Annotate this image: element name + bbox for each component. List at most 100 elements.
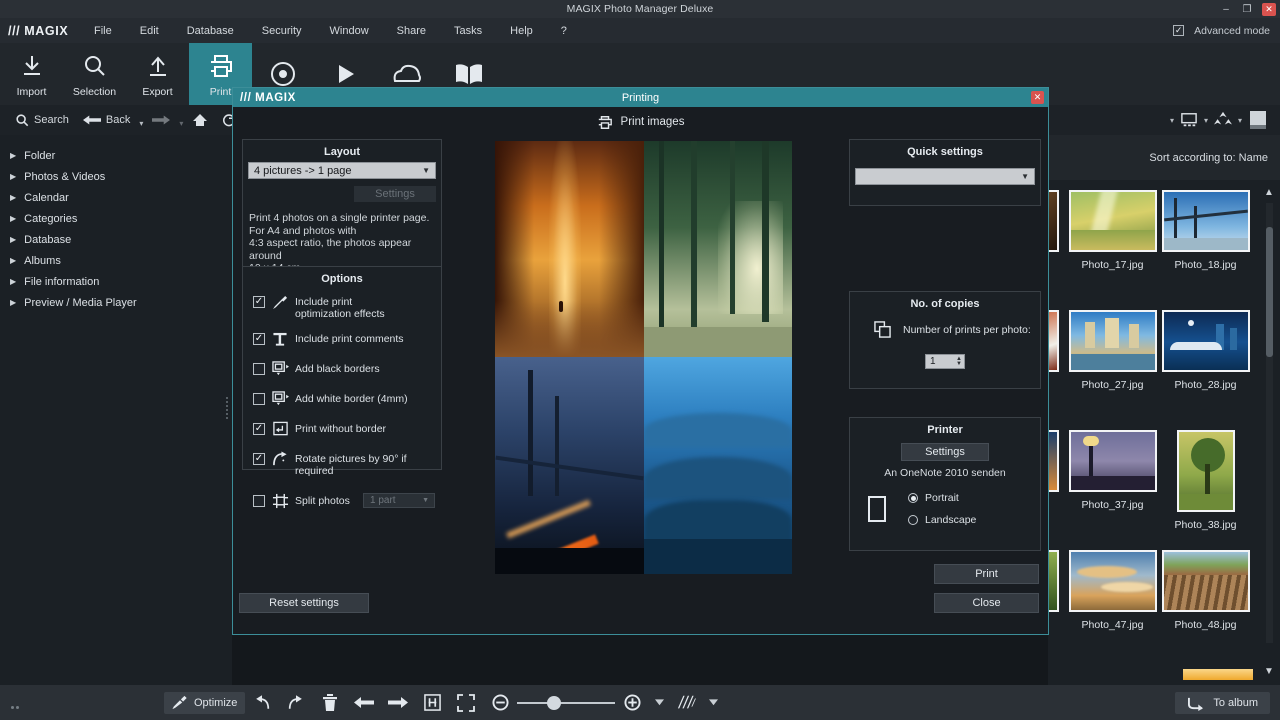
option-row-white-border[interactable]: Add white border (4mm) [243, 392, 441, 406]
restore-button[interactable]: ❐ [1241, 3, 1253, 15]
advanced-mode-toggle[interactable]: ✓ Advanced mode [1173, 25, 1270, 37]
quick-settings-select[interactable]: ▼ [855, 168, 1035, 185]
copies-stepper[interactable]: 1 ▲▼ [925, 354, 965, 369]
rating-icon[interactable] [1210, 105, 1236, 135]
advanced-mode-checkbox[interactable]: ✓ [1173, 25, 1184, 36]
checkbox-black-borders[interactable] [253, 363, 265, 375]
thumbnail-image[interactable] [1162, 190, 1250, 252]
sidebar-item-calendar[interactable]: ▶ Calendar [0, 187, 232, 208]
option-row-black-borders[interactable]: Add black borders [243, 362, 441, 376]
zoom-slider-knob[interactable] [547, 696, 561, 710]
thumbnail-image[interactable] [1162, 550, 1250, 612]
undo-button[interactable] [245, 685, 279, 720]
printer-settings-button[interactable]: Settings [901, 443, 989, 461]
delete-button[interactable] [313, 685, 347, 720]
menu-item-security[interactable]: Security [262, 22, 302, 40]
checkbox-print-optimization[interactable]: ✓ [253, 296, 265, 308]
chevron-down-icon[interactable]: ▾ [139, 119, 143, 128]
to-album-button[interactable]: To album [1175, 692, 1270, 714]
sidebar-item-folder[interactable]: ▶ Folder [0, 145, 232, 166]
menu-item-help[interactable]: Help [510, 22, 533, 40]
toolbar-item-selection[interactable]: Selection [63, 43, 126, 105]
option-row-rotate-pictures[interactable]: ✓ Rotate pictures by 90° if required [243, 452, 441, 477]
reset-settings-button[interactable]: Reset settings [239, 593, 369, 613]
radio-landscape-indicator[interactable] [908, 515, 918, 525]
stepper-arrows[interactable]: ▲▼ [956, 355, 962, 368]
thumbnail-item[interactable]: Photo_38.jpg [1159, 430, 1252, 550]
dialog-close-button[interactable]: ✕ [1031, 91, 1044, 104]
close-dialog-button[interactable]: Close [934, 593, 1039, 613]
option-row-print-optimization[interactable]: ✓ Include print optimization effects [243, 295, 441, 320]
fullscreen-icon[interactable] [449, 685, 483, 720]
layout-settings-button[interactable]: Settings [354, 186, 436, 202]
checkbox-white-border[interactable] [253, 393, 265, 405]
print-button[interactable]: Print [934, 564, 1039, 584]
radio-portrait-indicator[interactable] [908, 493, 918, 503]
checkbox-split-photos[interactable] [253, 495, 265, 507]
toolbar-item-import[interactable]: Import [0, 43, 63, 105]
chevron-down-icon[interactable]: ▾ [1204, 116, 1208, 125]
preview-image-1[interactable] [495, 141, 644, 357]
menu-item-share[interactable]: Share [397, 22, 426, 40]
optimize-button[interactable]: Optimize [164, 692, 245, 714]
chevron-down-icon[interactable]: ▾ [1170, 116, 1174, 125]
split-parts-select[interactable]: 1 part ▼ [363, 493, 435, 508]
back-button[interactable]: Back [78, 105, 135, 135]
chevron-down-icon[interactable]: ▾ [179, 119, 183, 128]
zoom-in-button[interactable] [615, 685, 649, 720]
minimize-button[interactable]: – [1220, 3, 1232, 15]
checkbox-print-comments[interactable]: ✓ [253, 333, 265, 345]
close-window-button[interactable]: ✕ [1262, 3, 1276, 16]
option-row-print-comments[interactable]: ✓ Include print comments [243, 332, 441, 346]
sidebar-item-albums[interactable]: ▶ Albums [0, 250, 232, 271]
thumbnail-item[interactable]: Photo_27.jpg [1066, 310, 1159, 430]
checkbox-print-without-border[interactable]: ✓ [253, 423, 265, 435]
thumbnail-item[interactable]: Photo_28.jpg [1159, 310, 1252, 430]
one-to-one-icon[interactable] [415, 685, 449, 720]
scroll-down-button[interactable]: ▼ [1262, 666, 1276, 677]
radio-landscape[interactable]: Landscape [908, 514, 976, 526]
search-button[interactable]: Search [10, 105, 74, 135]
thumbnail-item[interactable]: Photo_17.jpg [1066, 190, 1159, 310]
thumbnail-image[interactable] [1162, 310, 1250, 372]
option-row-print-without-border[interactable]: ✓ Print without border [243, 422, 441, 436]
option-row-split-photos[interactable]: Split photos 1 part ▼ [243, 493, 441, 508]
zoom-slider[interactable] [517, 685, 615, 720]
sidebar-item-photos-videos[interactable]: ▶ Photos & Videos [0, 166, 232, 187]
redo-button[interactable] [279, 685, 313, 720]
layout-select[interactable]: 4 pictures -> 1 page ▼ [248, 162, 436, 179]
view-mode-icon[interactable] [1176, 105, 1202, 135]
sidebar-item-file-information[interactable]: ▶ File information [0, 271, 232, 292]
sort-bar[interactable]: Sort according to: Name [1048, 135, 1280, 180]
preview-image-4[interactable] [644, 357, 792, 574]
thumbnail-image[interactable] [1069, 190, 1157, 252]
thumbnail-item[interactable]: Photo_48.jpg [1159, 550, 1252, 670]
menu-item-window[interactable]: Window [330, 22, 369, 40]
home-button[interactable] [187, 105, 213, 135]
preview-image-2[interactable] [644, 141, 792, 357]
next-button[interactable] [381, 685, 415, 720]
scroll-up-button[interactable]: ▲ [1262, 187, 1276, 198]
preview-image-3[interactable] [495, 357, 644, 574]
radio-portrait[interactable]: Portrait [908, 492, 976, 504]
checkbox-rotate-pictures[interactable]: ✓ [253, 453, 265, 465]
grip-handle-icon[interactable] [10, 697, 22, 720]
thumbnail-image[interactable] [1069, 550, 1157, 612]
chevron-down-icon[interactable] [649, 685, 669, 720]
thumbnail-image[interactable] [1069, 310, 1157, 372]
toolbar-item-export[interactable]: Export [126, 43, 189, 105]
menu-item-edit[interactable]: Edit [140, 22, 159, 40]
menu-item-tasks[interactable]: Tasks [454, 22, 482, 40]
thumbnail-item[interactable]: Photo_37.jpg [1066, 430, 1159, 550]
zoom-slider-track[interactable] [517, 702, 615, 704]
panel-icon[interactable] [1244, 105, 1272, 135]
sidebar-resize-handle[interactable] [225, 395, 230, 421]
thumbnail-item[interactable]: Photo_47.jpg [1066, 550, 1159, 670]
sidebar-item-database[interactable]: ▶ Database [0, 229, 232, 250]
sidebar-item-preview-media-player[interactable]: ▶ Preview / Media Player [0, 292, 232, 313]
menu-item-question[interactable]: ? [561, 22, 567, 40]
forward-button[interactable] [147, 105, 175, 135]
sidebar-item-categories[interactable]: ▶ Categories [0, 208, 232, 229]
scroll-thumb[interactable] [1266, 227, 1273, 357]
effects-icon[interactable] [669, 685, 703, 720]
